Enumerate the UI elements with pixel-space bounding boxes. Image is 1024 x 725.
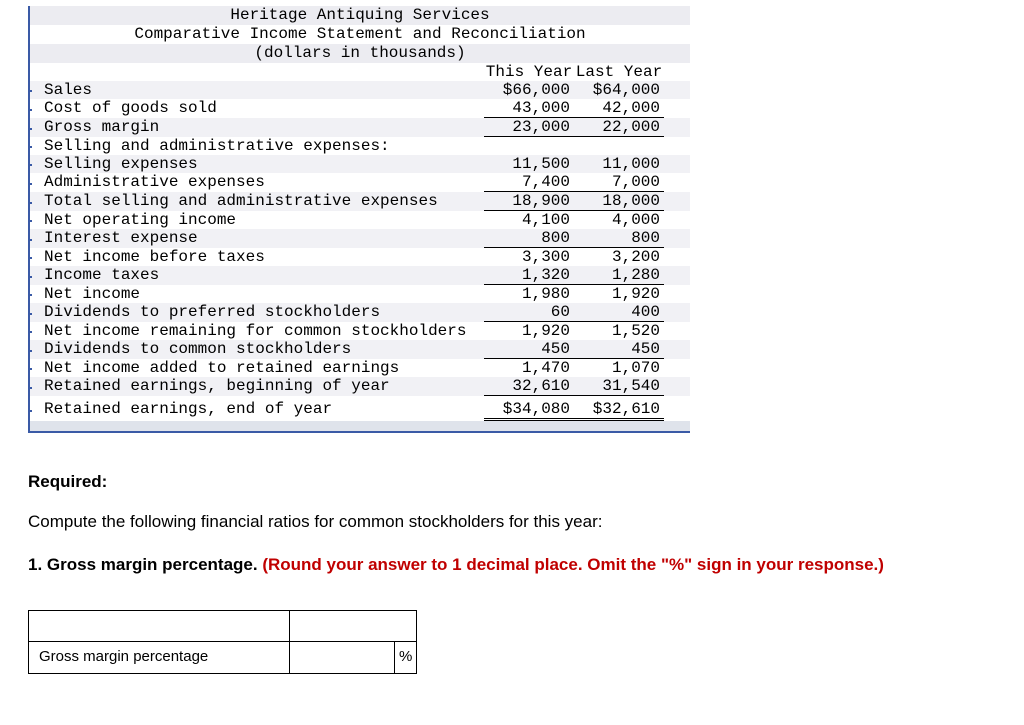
statement-row: Selling and administrative expenses: xyxy=(30,137,690,155)
last-year-value: $32,610 xyxy=(574,400,664,419)
this-year-value: 60 xyxy=(484,303,574,322)
col-header-last-year: Last Year xyxy=(574,63,664,81)
row-label: Selling expenses xyxy=(44,155,484,173)
last-year-value: 3,200 xyxy=(574,248,664,266)
this-year-value: 3,300 xyxy=(484,248,574,266)
answer-input-cell xyxy=(290,642,395,674)
row-label: Gross margin xyxy=(44,118,484,136)
row-label: Sales xyxy=(44,81,484,99)
statement-row: Retained earnings, end of year$34,080$32… xyxy=(30,400,690,419)
this-year-value: 800 xyxy=(484,229,574,248)
row-label: Net income before taxes xyxy=(44,248,484,266)
row-label: Net income xyxy=(44,285,484,303)
question-item: 1. Gross margin percentage. (Round your … xyxy=(28,552,1024,578)
statement-row: Net operating income4,1004,000 xyxy=(30,211,690,229)
percent-unit: % xyxy=(395,642,417,674)
this-year-value: 1,470 xyxy=(484,359,574,377)
required-heading: Required: xyxy=(28,469,1024,495)
statement-row: Net income1,9801,920 xyxy=(30,285,690,303)
statement-row: Net income added to retained earnings1,4… xyxy=(30,359,690,377)
answer-blank-cell-2 xyxy=(290,610,417,642)
row-label: Net income remaining for common stockhol… xyxy=(44,322,484,340)
this-year-value: 43,000 xyxy=(484,99,574,118)
last-year-value: 450 xyxy=(574,340,664,359)
statement-row: Sales$66,000$64,000 xyxy=(30,81,690,99)
item-instruction: (Round your answer to 1 decimal place. O… xyxy=(262,555,884,574)
last-year-value: 400 xyxy=(574,303,664,322)
last-year-value: 1,920 xyxy=(574,285,664,303)
this-year-value: $66,000 xyxy=(484,81,574,99)
this-year-value: 450 xyxy=(484,340,574,359)
this-year-value: 18,900 xyxy=(484,192,574,211)
last-year-value: 31,540 xyxy=(574,377,664,396)
answer-blank-cell xyxy=(29,610,290,642)
statement-row: Income taxes1,3201,280 xyxy=(30,266,690,285)
statement-row: Dividends to common stockholders450450 xyxy=(30,340,690,359)
row-label: Administrative expenses xyxy=(44,173,484,191)
last-year-value: 22,000 xyxy=(574,118,664,137)
statement-row: Net income before taxes3,3003,200 xyxy=(30,248,690,266)
row-label: Cost of goods sold xyxy=(44,99,484,117)
question-prompt: Compute the following financial ratios f… xyxy=(28,509,1024,535)
this-year-value: 1,980 xyxy=(484,285,574,303)
this-year-value: 1,920 xyxy=(484,322,574,340)
gross-margin-input[interactable] xyxy=(290,642,394,673)
row-label: Dividends to common stockholders xyxy=(44,340,484,358)
statement-title-3: (dollars in thousands) xyxy=(30,44,690,63)
last-year-value: 1,280 xyxy=(574,266,664,285)
last-year-value: 800 xyxy=(574,229,664,248)
statement-title-2: Comparative Income Statement and Reconci… xyxy=(30,25,690,44)
row-label: Retained earnings, end of year xyxy=(44,400,484,418)
this-year-value: 7,400 xyxy=(484,173,574,192)
row-label: Retained earnings, beginning of year xyxy=(44,377,484,395)
this-year-value: 1,320 xyxy=(484,266,574,285)
row-label: Net income added to retained earnings xyxy=(44,359,484,377)
this-year-value: $34,080 xyxy=(484,400,574,419)
statement-row: Gross margin23,00022,000 xyxy=(30,118,690,137)
statement-row: Interest expense800800 xyxy=(30,229,690,248)
row-label: Income taxes xyxy=(44,266,484,284)
row-label: Total selling and administrative expense… xyxy=(44,192,484,210)
income-statement: Heritage Antiquing Services Comparative … xyxy=(28,6,690,433)
statement-row: Administrative expenses7,4007,000 xyxy=(30,173,690,192)
this-year-value: 32,610 xyxy=(484,377,574,396)
item-label: Gross margin percentage. xyxy=(47,555,262,574)
this-year-value: 4,100 xyxy=(484,211,574,229)
column-headers: This Year Last Year xyxy=(30,63,690,81)
last-year-value: 42,000 xyxy=(574,99,664,118)
row-label: Interest expense xyxy=(44,229,484,247)
row-label: Dividends to preferred stockholders xyxy=(44,303,484,321)
this-year-value: 11,500 xyxy=(484,155,574,173)
statement-row: Dividends to preferred stockholders60400 xyxy=(30,303,690,322)
last-year-value: 1,520 xyxy=(574,322,664,340)
answer-row-label: Gross margin percentage xyxy=(29,642,290,674)
last-year-value: 4,000 xyxy=(574,211,664,229)
last-year-value: 18,000 xyxy=(574,192,664,211)
last-year-value: $64,000 xyxy=(574,81,664,99)
last-year-value: 11,000 xyxy=(574,155,664,173)
statement-row: Retained earnings, beginning of year32,6… xyxy=(30,377,690,396)
statement-row: Net income remaining for common stockhol… xyxy=(30,322,690,340)
last-year-value: 7,000 xyxy=(574,173,664,192)
row-label: Selling and administrative expenses: xyxy=(44,137,484,155)
col-header-this-year: This Year xyxy=(484,63,574,81)
answer-table: Gross margin percentage % xyxy=(28,610,417,674)
last-year-value: 1,070 xyxy=(574,359,664,377)
statement-row: Cost of goods sold43,00042,000 xyxy=(30,99,690,118)
row-label: Net operating income xyxy=(44,211,484,229)
this-year-value: 23,000 xyxy=(484,118,574,137)
statement-row: Selling expenses11,50011,000 xyxy=(30,155,690,173)
question-area: Required: Compute the following financia… xyxy=(28,469,1024,674)
statement-title-1: Heritage Antiquing Services xyxy=(30,6,690,25)
statement-row: Total selling and administrative expense… xyxy=(30,192,690,211)
item-number: 1. xyxy=(28,555,47,574)
